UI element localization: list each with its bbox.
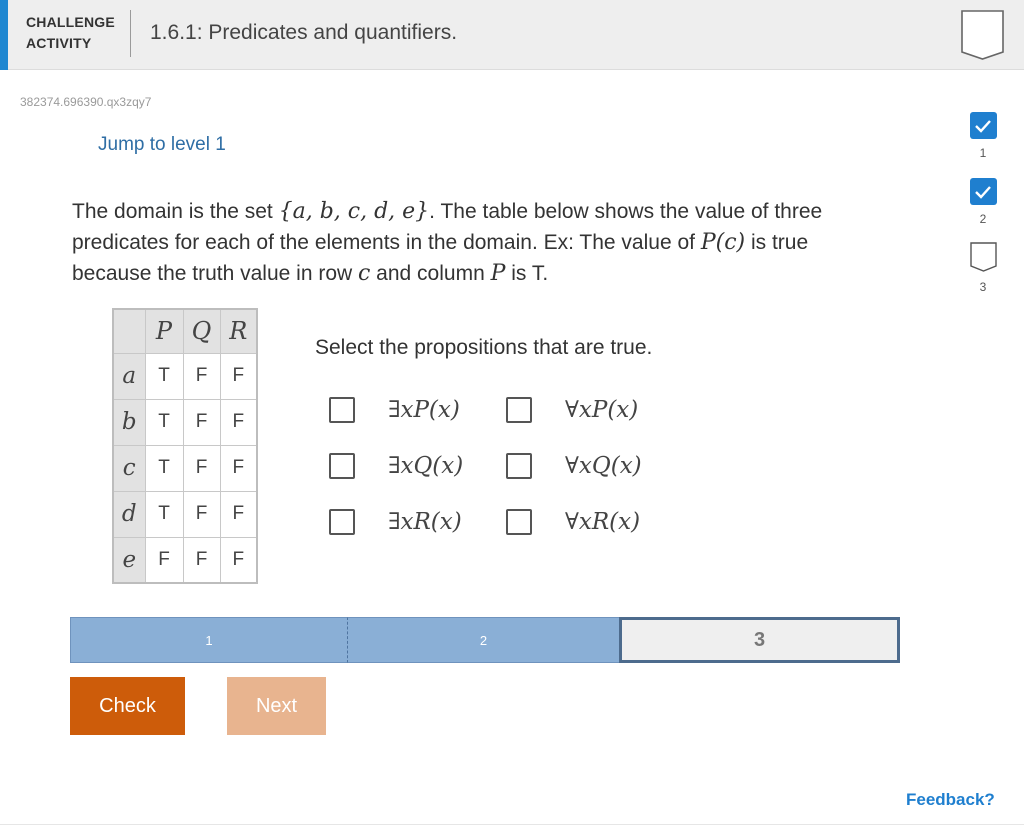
option-exists-r[interactable]: ∃xR(x) [329,507,462,537]
table-cell: T [144,444,184,492]
level-1-checkbox[interactable] [969,112,997,139]
desc-text-4: and column [370,262,491,285]
desc-text-5: is T. [505,262,549,285]
option-label: ∃xQ(x) [388,453,463,479]
option-label: ∃xP(x) [388,397,460,423]
level-progress-bar: 1 2 3 [70,617,900,663]
table-cell: F [219,444,258,492]
row-header: c [112,444,146,492]
predicate-expression: xR(x) [578,509,641,535]
table-header-row: P Q R [112,308,258,354]
problem-description: The domain is the set {a, b, c, d, e}. T… [72,196,872,289]
activity-id: 382374.696390.qx3zqy7 [20,95,152,109]
check-icon [975,185,991,199]
table-cell: F [182,490,221,538]
table-corner-cell [112,308,146,354]
quantifier-symbol: ∃ [388,453,401,479]
quantifier-symbol: ∀ [565,509,579,535]
option-label: ∃xR(x) [388,509,462,535]
progress-segment-1[interactable]: 1 [70,617,347,663]
option-checkbox[interactable] [329,509,355,535]
completion-badge-icon [961,10,1004,60]
empty-box-icon[interactable] [969,242,997,272]
progress-segment-2[interactable]: 2 [347,617,619,663]
activity-title: 1.6.1: Predicates and quantifiers. [150,21,458,44]
check-icon [975,119,991,133]
table-row: d T F F [112,490,258,538]
level-2-checkbox[interactable] [969,178,997,205]
bottom-divider [0,824,1024,825]
table-row: a T F F [112,352,258,400]
quantifier-symbol: ∃ [388,397,401,423]
predicate-expression: xP(x) [578,397,639,423]
option-forall-p[interactable]: ∀xP(x) [506,395,638,425]
quantifier-symbol: ∃ [388,509,401,535]
example-column: P [490,261,506,286]
row-header: d [112,490,146,538]
table-cell: F [182,352,221,400]
level-1-indicator[interactable]: 1 [968,112,998,160]
option-checkbox[interactable] [329,397,355,423]
instruction-text: Select the propositions that are true. [315,336,653,359]
jump-to-level-link[interactable]: Jump to level 1 [98,134,226,156]
row-header: b [112,398,146,446]
feedback-link[interactable]: Feedback? [906,790,995,810]
table-cell: F [144,536,184,584]
quantifier-symbol: ∀ [565,453,579,479]
truth-table: P Q R a T F F b T F F c T F F d T F F e … [112,308,258,584]
column-header: R [219,308,258,354]
option-checkbox[interactable] [506,453,532,479]
table-cell: F [182,536,221,584]
activity-type-line2: ACTIVITY [26,35,92,51]
table-cell: F [182,398,221,446]
activity-type-line1: CHALLENGE [26,14,115,30]
table-cell: T [144,398,184,446]
table-cell: F [219,398,258,446]
table-cell: T [144,352,184,400]
table-row: b T F F [112,398,258,446]
header-divider [130,10,131,57]
predicate-expression: xP(x) [400,397,460,423]
option-forall-r[interactable]: ∀xR(x) [506,507,640,537]
row-header: e [112,536,146,584]
quantifier-symbol: ∀ [565,397,579,423]
level-1-number: 1 [979,146,987,160]
desc-text-1: The domain is the set [72,200,279,223]
table-cell: F [219,536,258,584]
table-cell: F [182,444,221,492]
option-checkbox[interactable] [329,453,355,479]
option-label: ∀xP(x) [565,397,638,423]
activity-header: CHALLENGE ACTIVITY 1.6.1: Predicates and… [0,0,1024,70]
level-2-number: 2 [979,212,987,226]
option-forall-q[interactable]: ∀xQ(x) [506,451,642,481]
table-cell: T [144,490,184,538]
header-accent-bar [0,0,8,70]
domain-set: {a, b, c, d, e} [278,199,430,224]
table-cell: F [219,352,258,400]
check-button[interactable]: Check [70,677,185,735]
predicate-expression: xR(x) [400,509,462,535]
level-3-number: 3 [979,280,987,294]
column-header: P [144,308,184,354]
next-button[interactable]: Next [227,677,326,735]
table-cell: F [219,490,258,538]
option-exists-p[interactable]: ∃xP(x) [329,395,460,425]
row-header: a [112,352,146,400]
activity-type-label: CHALLENGE ACTIVITY [26,12,115,54]
example-predicate: P(c) [700,230,746,255]
table-row: c T F F [112,444,258,492]
option-checkbox[interactable] [506,397,532,423]
example-row: c [358,261,371,286]
table-row: e F F F [112,536,258,584]
column-header: Q [182,308,221,354]
option-checkbox[interactable] [506,509,532,535]
level-3-indicator[interactable]: 3 [968,242,998,294]
predicate-expression: xQ(x) [400,453,464,479]
progress-segment-3[interactable]: 3 [619,617,900,663]
option-label: ∀xQ(x) [565,453,642,479]
level-2-indicator[interactable]: 2 [968,178,998,226]
option-label: ∀xR(x) [565,509,640,535]
option-exists-q[interactable]: ∃xQ(x) [329,451,463,481]
predicate-expression: xQ(x) [578,453,642,479]
